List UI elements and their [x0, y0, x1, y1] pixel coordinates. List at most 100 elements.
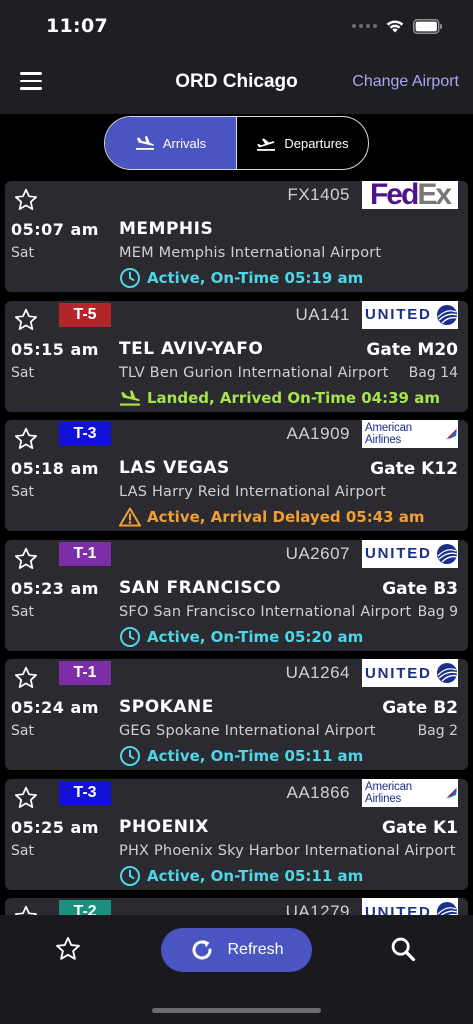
- origin-city: LAS VEGAS: [119, 458, 230, 478]
- status-icon: [119, 506, 141, 528]
- flight-number: AA1866: [286, 782, 350, 802]
- plane-takeoff-icon: [257, 138, 276, 151]
- baggage-claim: Bag 2: [417, 723, 458, 739]
- united-logo-text: UNITED: [365, 306, 432, 323]
- origin-city: SPOKANE: [119, 697, 214, 717]
- status-icon: [119, 626, 141, 648]
- airline-logo: FedEx: [362, 181, 458, 209]
- flight-card[interactable]: T-3 AA1866 American Airlines 05:25 am Sat PH…: [5, 778, 468, 890]
- airline-logo: UNITED: [362, 539, 458, 568]
- warning-icon: [119, 507, 141, 527]
- status-bar: 11:07: [0, 0, 473, 54]
- terminal-badge: T-5: [59, 302, 111, 327]
- flight-card[interactable]: T-5 UA141 UNITED 05:15 am Sat TEL AVIV-YAFO G…: [5, 300, 468, 412]
- clock-icon: [120, 268, 140, 288]
- flight-status-text: Active, On-Time 05:20 am: [147, 627, 364, 646]
- flight-card[interactable]: T-2 UA1279 UNITED: [5, 898, 468, 915]
- status-icon: [119, 387, 141, 409]
- home-indicator: [152, 1008, 321, 1013]
- origin-city: SAN FRANCISCO: [119, 577, 282, 598]
- wifi-icon: [386, 20, 404, 33]
- gate-label: Gate B3: [382, 578, 458, 599]
- american-eagle-icon: [446, 428, 458, 440]
- signal-dots-icon: [352, 24, 377, 28]
- tab-arrivals[interactable]: Arrivals: [105, 117, 236, 169]
- flight-number: UA2607: [285, 543, 350, 563]
- flight-card[interactable]: T-1 UA2607 UNITED 05:23 am Sat SAN FRANCISCO…: [5, 539, 468, 651]
- united-globe-icon: [436, 304, 457, 325]
- favorite-star-icon[interactable]: [13, 546, 39, 572]
- favorite-star-icon[interactable]: [13, 307, 39, 333]
- clock-icon: [120, 626, 140, 647]
- refresh-label: Refresh: [227, 941, 284, 958]
- flight-status: Landed, Arrived On-Time 04:39 am: [119, 387, 440, 409]
- flight-status: Active, On-Time 05:11 am: [119, 865, 363, 887]
- flight-number: AA1909: [286, 424, 350, 443]
- united-logo-text: UNITED: [365, 664, 432, 682]
- arrival-time: 05:15 am: [11, 339, 99, 359]
- change-airport-button[interactable]: Change Airport: [352, 73, 459, 91]
- terminal-badge: T-3: [59, 780, 111, 805]
- status-icon: [119, 745, 141, 767]
- flight-card[interactable]: FX1405 FedEx 05:07 am Sat MEMPHIS MEM Memphis…: [5, 181, 468, 292]
- flight-number: UA1264: [285, 663, 350, 682]
- origin-city: TEL AVIV-YAFO: [119, 338, 264, 359]
- favorites-star-icon[interactable]: [54, 935, 82, 963]
- arrival-day: Sat: [11, 603, 34, 620]
- clock-icon: [120, 865, 140, 886]
- favorite-star-icon[interactable]: [13, 665, 39, 691]
- arrival-day: Sat: [11, 245, 34, 261]
- status-icon: [119, 267, 141, 289]
- favorite-star-icon[interactable]: [13, 187, 39, 213]
- flight-card[interactable]: T-3 AA1909 American Airlines 05:18 am Sat LA…: [5, 420, 468, 531]
- airline-logo: American Airlines: [362, 420, 458, 448]
- flight-number: UA1279: [285, 902, 350, 915]
- status-icon: [119, 865, 141, 887]
- fedex-logo-fed: Fed: [369, 181, 419, 209]
- arrival-time: 05:24 am: [11, 698, 99, 717]
- arrival-time: 05:18 am: [11, 459, 99, 478]
- american-logo-text: American Airlines: [365, 780, 412, 805]
- gate-label: Gate K12: [370, 459, 458, 479]
- airline-logo: American Airlines: [362, 778, 458, 807]
- arrival-day: Sat: [11, 723, 34, 739]
- arrival-time: 05:23 am: [11, 578, 99, 598]
- flight-status-text: Active, Arrival Delayed 05:43 am: [147, 508, 425, 526]
- american-logo-text: American Airlines: [365, 422, 412, 446]
- origin-city: PHOENIX: [119, 816, 209, 837]
- flight-number: FX1405: [287, 185, 350, 204]
- airline-logo: UNITED: [362, 659, 458, 687]
- arrival-day: Sat: [11, 484, 34, 500]
- flight-status-text: Active, On-Time 05:19 am: [147, 269, 364, 287]
- united-logo-text: UNITED: [365, 903, 432, 916]
- gate-label: Gate B2: [382, 698, 458, 718]
- plane-landing-icon: [135, 136, 154, 150]
- baggage-claim: Bag 14: [408, 364, 458, 381]
- origin-airport: TLV Ben Gurion International Airport: [119, 364, 389, 381]
- plane-landing-icon: [120, 389, 140, 406]
- flight-status-text: Active, On-Time 05:11 am: [147, 866, 364, 885]
- origin-airport: GEG Spokane International Airport: [119, 723, 376, 739]
- flight-status-text: Active, On-Time 05:11 am: [147, 747, 364, 765]
- favorite-star-icon[interactable]: [13, 785, 39, 811]
- tab-arrivals-label: Arrivals: [162, 135, 207, 151]
- tab-departures-label: Departures: [284, 135, 349, 151]
- flight-card[interactable]: T-1 UA1264 UNITED 05:24 am Sat SPOKANE Gate B…: [5, 659, 468, 770]
- arrival-time: 05:07 am: [11, 220, 99, 239]
- refresh-button[interactable]: Refresh: [161, 928, 312, 972]
- nav-bar: ORD Chicago Change Airport: [0, 54, 473, 114]
- battery-icon: [413, 18, 442, 34]
- status-icons: [352, 18, 443, 34]
- fedex-logo-ex: Ex: [417, 181, 452, 209]
- origin-airport: PHX Phoenix Sky Harbor International Air…: [119, 842, 456, 859]
- arrival-day: Sat: [11, 364, 34, 381]
- search-icon[interactable]: [389, 935, 417, 963]
- flight-status: Active, On-Time 05:20 am: [119, 626, 363, 648]
- favorite-star-icon[interactable]: [13, 426, 39, 452]
- united-logo-text: UNITED: [365, 545, 432, 562]
- favorite-star-icon[interactable]: [13, 904, 39, 915]
- baggage-claim: Bag 9: [417, 603, 458, 620]
- flight-number: UA141: [295, 304, 350, 324]
- flight-list[interactable]: FX1405 FedEx 05:07 am Sat MEMPHIS MEM Memphis…: [0, 180, 473, 915]
- tab-departures[interactable]: Departures: [236, 117, 368, 169]
